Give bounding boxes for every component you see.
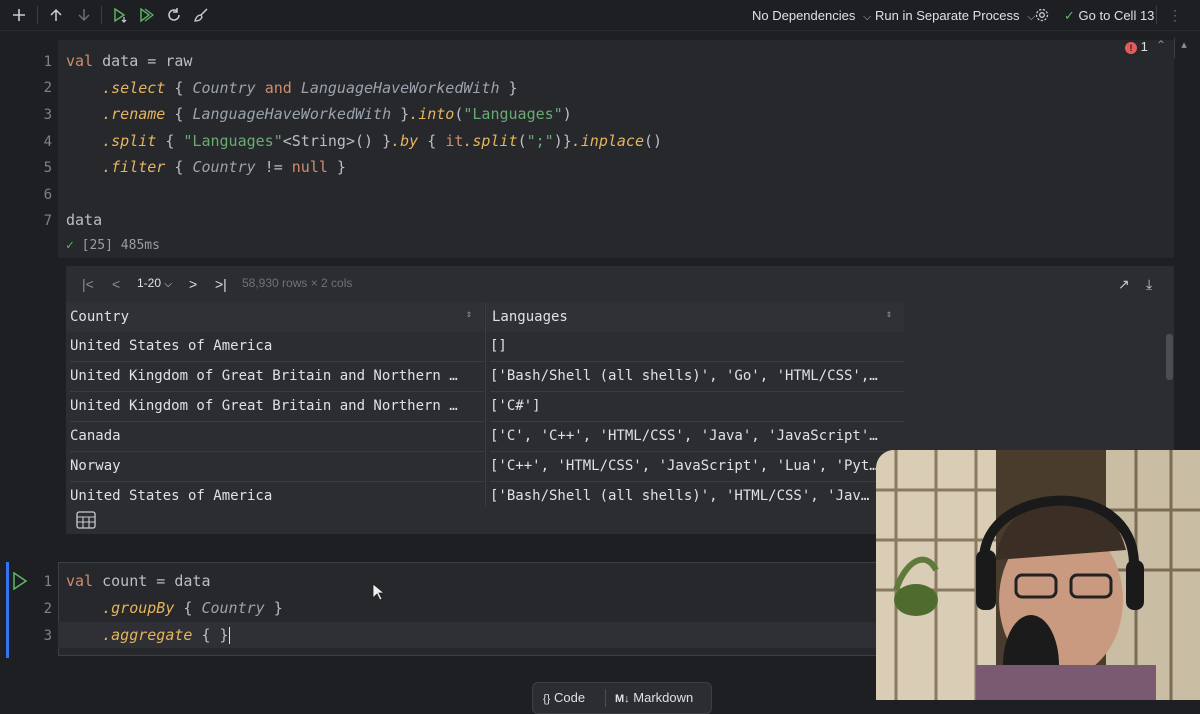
chevron-down-icon: ⌵ [862,11,872,23]
code-line-3: .rename { LanguageHaveWorkedWith }.into(… [102,105,572,123]
toolbar-divider [101,6,102,24]
next-page-icon[interactable]: > [189,276,197,292]
move-down-icon[interactable] [75,6,93,24]
page-range: 1-20 [137,276,162,290]
pill-divider [605,689,606,707]
code-icon: {} [543,693,551,705]
settings-icon[interactable] [1033,6,1051,24]
line-number: 3 [43,628,52,644]
webcam-video-overlay [876,450,1200,700]
code-line-1: val data = raw [66,52,193,70]
more-options-icon[interactable]: ⋮ [1166,6,1184,24]
cell-scroll-up-icon[interactable]: ▴ [1174,38,1193,58]
toolbar-divider [1156,6,1157,24]
table-footer [66,506,906,534]
line-number: 4 [43,134,52,150]
table-cell: United Kingdom of Great Britain and Nort… [70,362,484,392]
add-markdown-cell-button[interactable]: M↓ Markdown [615,690,693,705]
run-all-above-icon[interactable] [111,6,129,24]
toolbar-divider [37,6,38,24]
goto-cell-button[interactable]: ✓ Go to Cell 13 [1064,8,1154,24]
column-header-languages[interactable]: Languages ⇕ [486,302,904,332]
column-header-label: Languages [492,309,568,325]
table-summary: 58,930 rows × 2 cols [242,276,353,290]
column-header-country[interactable]: Country ⇕ [66,302,484,332]
sort-icon[interactable]: ⇕ [466,309,472,320]
open-in-tab-icon[interactable]: ↗ [1118,276,1130,293]
line-number: 2 [43,80,52,96]
code-line-1: val count = data [66,572,211,590]
last-page-icon[interactable]: >| [215,276,227,292]
table-cell: ['C', 'C++', 'HTML/CSS', 'Java', 'JavaSc… [490,422,904,452]
table-cell: Norway [70,452,484,482]
line-number: 6 [43,187,52,203]
code-line-2: .groupBy { Country } [102,599,283,617]
table-row[interactable]: Canada ['C', 'C++', 'HTML/CSS', 'Java', … [66,422,906,452]
active-cell-indicator [6,562,9,658]
execution-status-text: [25] 485ms [81,238,160,253]
line-number: 5 [43,160,52,176]
table-cell: ['C#'] [490,392,904,422]
table-cell: United States of America [70,332,484,362]
table-cell: ['Bash/Shell (all shells)', 'Go', 'HTML/… [490,362,904,392]
line-number: 2 [43,601,52,617]
line-number: 3 [43,107,52,123]
prev-page-icon[interactable]: < [112,276,120,292]
line-number: 1 [43,54,52,70]
check-icon: ✓ [66,238,74,253]
execution-status: ✓ [25] 485ms [66,238,160,253]
download-icon[interactable]: ⤓ [1146,276,1152,293]
goto-cell-label: Go to Cell 13 [1078,8,1155,23]
markdown-icon: M↓ [615,693,630,705]
run-mode-dropdown[interactable]: Run in Separate Process ⌵ [875,8,1036,24]
chevron-up-icon[interactable]: ⌃ [1156,38,1166,52]
table-cell: [] [490,332,904,362]
notebook-toolbar: No Dependencies ⌵ Run in Separate Proces… [0,0,1200,31]
restart-kernel-icon[interactable] [165,6,183,24]
table-row[interactable]: Norway ['C++', 'HTML/CSS', 'JavaScript',… [66,452,906,482]
error-icon: ! [1125,42,1137,54]
table-row[interactable]: United States of America [] [66,332,906,362]
dependencies-dropdown[interactable]: No Dependencies ⌵ [752,8,871,24]
table-row[interactable]: United Kingdom of Great Britain and Nort… [66,392,906,422]
add-code-cell-button[interactable]: {} Code [543,690,585,705]
code-line-5: .filter { Country != null } [102,158,346,176]
run-mode-label: Run in Separate Process [875,8,1020,23]
presenter-video [876,450,1200,700]
chevron-down-icon: ⌵ [164,279,172,290]
mouse-pointer-icon [372,583,386,606]
add-cell-bar: {} Code M↓ Markdown [532,682,712,714]
output-scrollbar[interactable] [1166,334,1173,380]
code-line-4: .split { "Languages"<String>() }.by { it… [102,132,663,150]
code-line-7: data [66,211,103,229]
run-all-icon[interactable] [137,6,155,24]
table-pagination: |< < 1-20 ⌵ > >| 58,930 rows × 2 cols ↗ … [66,266,1174,302]
table-cell: United Kingdom of Great Britain and Nort… [70,392,484,422]
line-number: 7 [43,213,52,229]
table-cell: Canada [70,422,484,452]
clear-outputs-icon[interactable] [192,6,210,24]
code-line-3: .aggregate { } [102,626,230,644]
table-row[interactable]: United Kingdom of Great Britain and Nort… [66,362,906,392]
error-count: 1 [1140,39,1148,54]
table-cell: ['C++', 'HTML/CSS', 'JavaScript', 'Lua',… [490,452,904,482]
move-up-icon[interactable] [47,6,65,24]
error-indicator[interactable]: ! 1 [1125,39,1148,54]
page-size-dropdown[interactable]: 1-20 ⌵ [137,276,172,290]
first-page-icon[interactable]: |< [82,276,94,292]
add-markdown-label: Markdown [633,690,694,705]
line-number: 1 [43,574,52,590]
table-view-icon[interactable] [76,511,96,534]
sort-icon[interactable]: ⇕ [886,309,892,320]
check-icon: ✓ [1064,8,1075,23]
column-divider [485,302,486,512]
add-code-label: Code [553,690,586,705]
add-cell-icon[interactable] [10,6,28,24]
column-header-label: Country [70,309,130,325]
dependencies-label: No Dependencies [752,8,856,23]
code-line-2: .select { Country and LanguageHaveWorked… [102,79,518,97]
